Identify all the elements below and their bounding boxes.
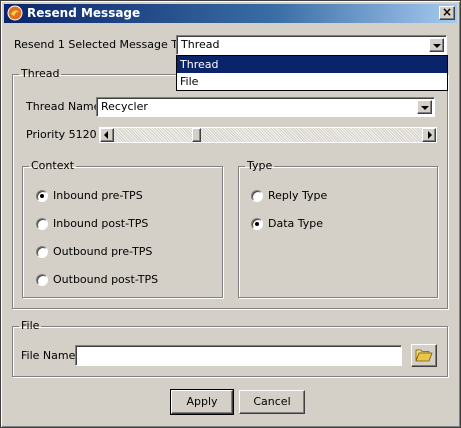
cancel-button-label: Cancel: [253, 395, 291, 408]
type-option-label: Data Type: [268, 217, 324, 230]
thread-group-legend: Thread: [21, 67, 60, 80]
resend-target-label: Resend 1 Selected Message To:: [14, 38, 187, 51]
thread-name-value: Recycler: [101, 100, 148, 113]
window-title: Resend Message: [27, 6, 141, 20]
context-radio-outbound-post-tps[interactable]: [36, 274, 48, 286]
context-radio-outbound-pre-tps[interactable]: [36, 246, 48, 258]
scroll-right-icon[interactable]: [422, 128, 436, 142]
close-icon: ×: [441, 5, 453, 19]
context-option-label: Outbound pre-TPS: [53, 245, 153, 258]
context-group-legend: Context: [31, 159, 75, 172]
type-option-label: Reply Type: [268, 189, 328, 202]
resend-target-select[interactable]: Thread: [176, 35, 447, 55]
resend-target-dropdown: Thread File: [176, 55, 448, 91]
priority-slider-thumb[interactable]: [192, 128, 201, 142]
file-group-legend: File: [21, 319, 40, 332]
type-group-legend: Type: [247, 159, 273, 172]
apply-button[interactable]: Apply: [170, 389, 234, 415]
thread-name-select[interactable]: Recycler: [96, 97, 435, 117]
context-radio-inbound-post-tps[interactable]: [36, 218, 48, 230]
file-name-label: File Name:: [21, 349, 80, 362]
resend-message-dialog: Resend Message × Resend 1 Selected Messa…: [0, 0, 461, 428]
chevron-down-icon[interactable]: [417, 100, 432, 114]
title-bar[interactable]: Resend Message ×: [4, 4, 457, 23]
context-radio-inbound-pre-tps[interactable]: [36, 190, 48, 202]
scroll-left-icon[interactable]: [100, 128, 114, 142]
type-radio-reply[interactable]: [251, 190, 263, 202]
browse-file-button[interactable]: [411, 344, 437, 367]
dropdown-option-thread[interactable]: Thread: [177, 56, 447, 73]
context-option-label: Inbound post-TPS: [53, 217, 149, 230]
close-button[interactable]: ×: [439, 6, 455, 20]
chevron-down-icon[interactable]: [429, 38, 444, 52]
open-folder-icon: [415, 349, 433, 362]
thread-name-label: Thread Name:: [26, 100, 105, 113]
apply-button-label: Apply: [186, 395, 218, 408]
context-option-label: Outbound post-TPS: [53, 273, 159, 286]
dropdown-option-file[interactable]: File: [177, 73, 447, 90]
file-name-input[interactable]: [75, 345, 402, 366]
priority-label: Priority 5120 :: [26, 128, 104, 141]
app-logo-icon: [7, 5, 23, 21]
context-option-label: Inbound pre-TPS: [53, 189, 143, 202]
type-radio-data[interactable]: [251, 218, 263, 230]
cancel-button[interactable]: Cancel: [239, 390, 305, 414]
resend-target-value: Thread: [181, 38, 220, 51]
priority-slider[interactable]: [99, 127, 437, 143]
